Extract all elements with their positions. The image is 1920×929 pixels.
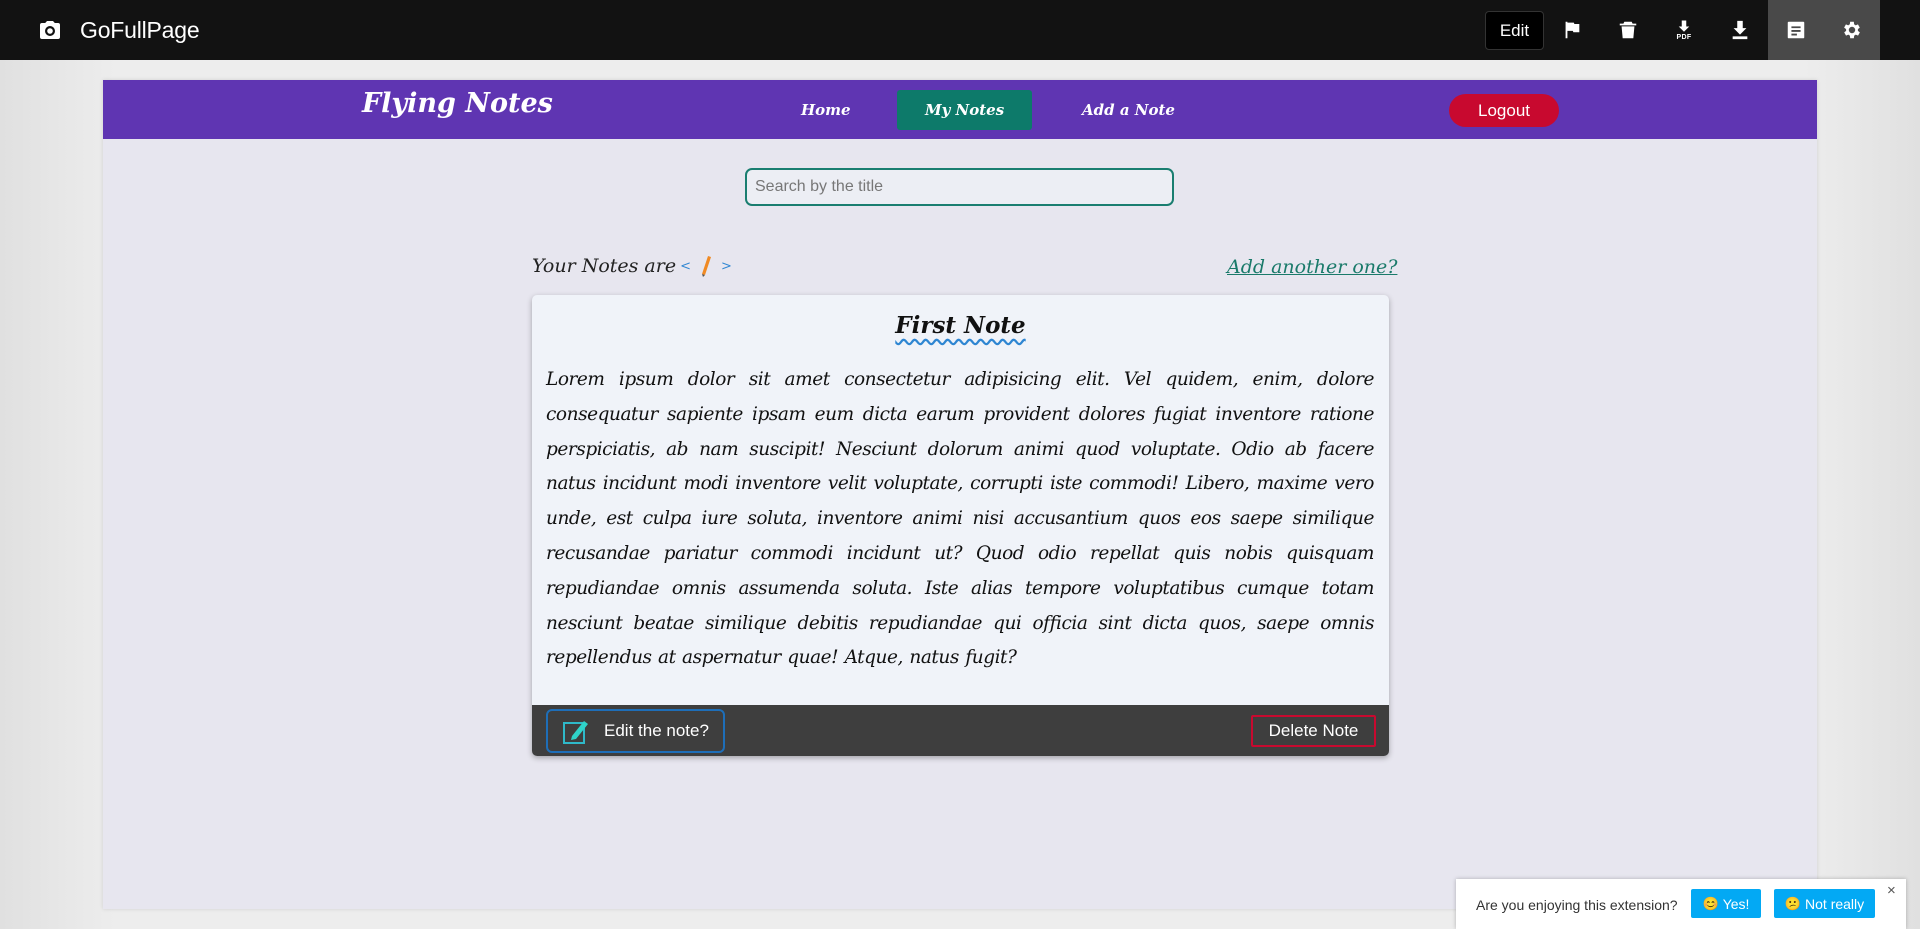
download-pdf-button[interactable]: PDF <box>1656 0 1712 60</box>
edit-note-label: Edit the note? <box>604 721 709 740</box>
notes-button[interactable] <box>1768 0 1824 60</box>
nav-add-note[interactable]: Add a Note <box>1054 90 1203 130</box>
delete-button[interactable] <box>1600 0 1656 60</box>
camera-icon <box>40 21 60 39</box>
feedback-no-label: Not really <box>1805 895 1865 912</box>
feedback-no-button[interactable]: 😕 Not really <box>1774 889 1875 918</box>
add-another-link[interactable]: Add another one? <box>1227 256 1397 278</box>
download-button[interactable] <box>1712 0 1768 60</box>
edit-icon <box>563 721 588 744</box>
smile-icon: 😊 <box>1702 895 1719 911</box>
extension-brand: GoFullPage <box>38 0 200 60</box>
feedback-question: Are you enjoying this extension? <box>1476 897 1678 913</box>
close-icon[interactable]: × <box>1887 882 1896 899</box>
download-icon <box>1732 20 1748 40</box>
feedback-yes-label: Yes! <box>1722 895 1750 912</box>
extension-title: GoFullPage <box>80 16 200 43</box>
code-bracket-right: > <box>720 258 732 274</box>
trash-icon <box>1619 21 1637 39</box>
nav-home[interactable]: Home <box>773 90 879 130</box>
note-title: First Note <box>895 312 1026 339</box>
delete-note-button[interactable]: Delete Note <box>1251 715 1376 747</box>
gear-icon <box>1844 21 1860 39</box>
note-body: Lorem ipsum dolor sit amet consectetur a… <box>546 369 1374 669</box>
edit-button[interactable]: Edit <box>1485 11 1544 50</box>
note-card: First Note Lorem ipsum dolor sit amet co… <box>532 295 1389 756</box>
code-bracket-left: < <box>680 258 691 274</box>
confused-icon: 😕 <box>1784 895 1802 911</box>
feedback-yes-button[interactable]: 😊 Yes! <box>1691 889 1761 918</box>
nav-my-notes[interactable]: My Notes <box>897 90 1033 130</box>
notes-icon <box>1787 21 1805 39</box>
pencil-icon <box>701 256 711 277</box>
search-input[interactable] <box>745 168 1174 206</box>
flag-button[interactable] <box>1544 0 1600 60</box>
note-footer: Edit the note? Delete Note <box>532 705 1389 756</box>
edit-note-button[interactable]: Edit the note? <box>546 709 725 753</box>
feedback-popup: Are you enjoying this extension? 😊 Yes! … <box>1456 879 1906 929</box>
site-navbar: Flying Notes Home My Notes Add a Note Lo… <box>103 80 1817 139</box>
pdf-label: PDF <box>1676 34 1692 41</box>
site-brand[interactable]: Flying Notes <box>362 88 553 119</box>
extension-toolbar: GoFullPage Edit PDF <box>0 0 1920 60</box>
notes-heading-text: Your Notes are <box>532 255 677 277</box>
flag-icon <box>1565 21 1580 39</box>
settings-button[interactable] <box>1824 0 1880 60</box>
notes-heading: Your Notes are < > <box>532 255 736 277</box>
captured-page: Flying Notes Home My Notes Add a Note Lo… <box>103 80 1817 909</box>
logout-button[interactable]: Logout <box>1449 94 1559 127</box>
